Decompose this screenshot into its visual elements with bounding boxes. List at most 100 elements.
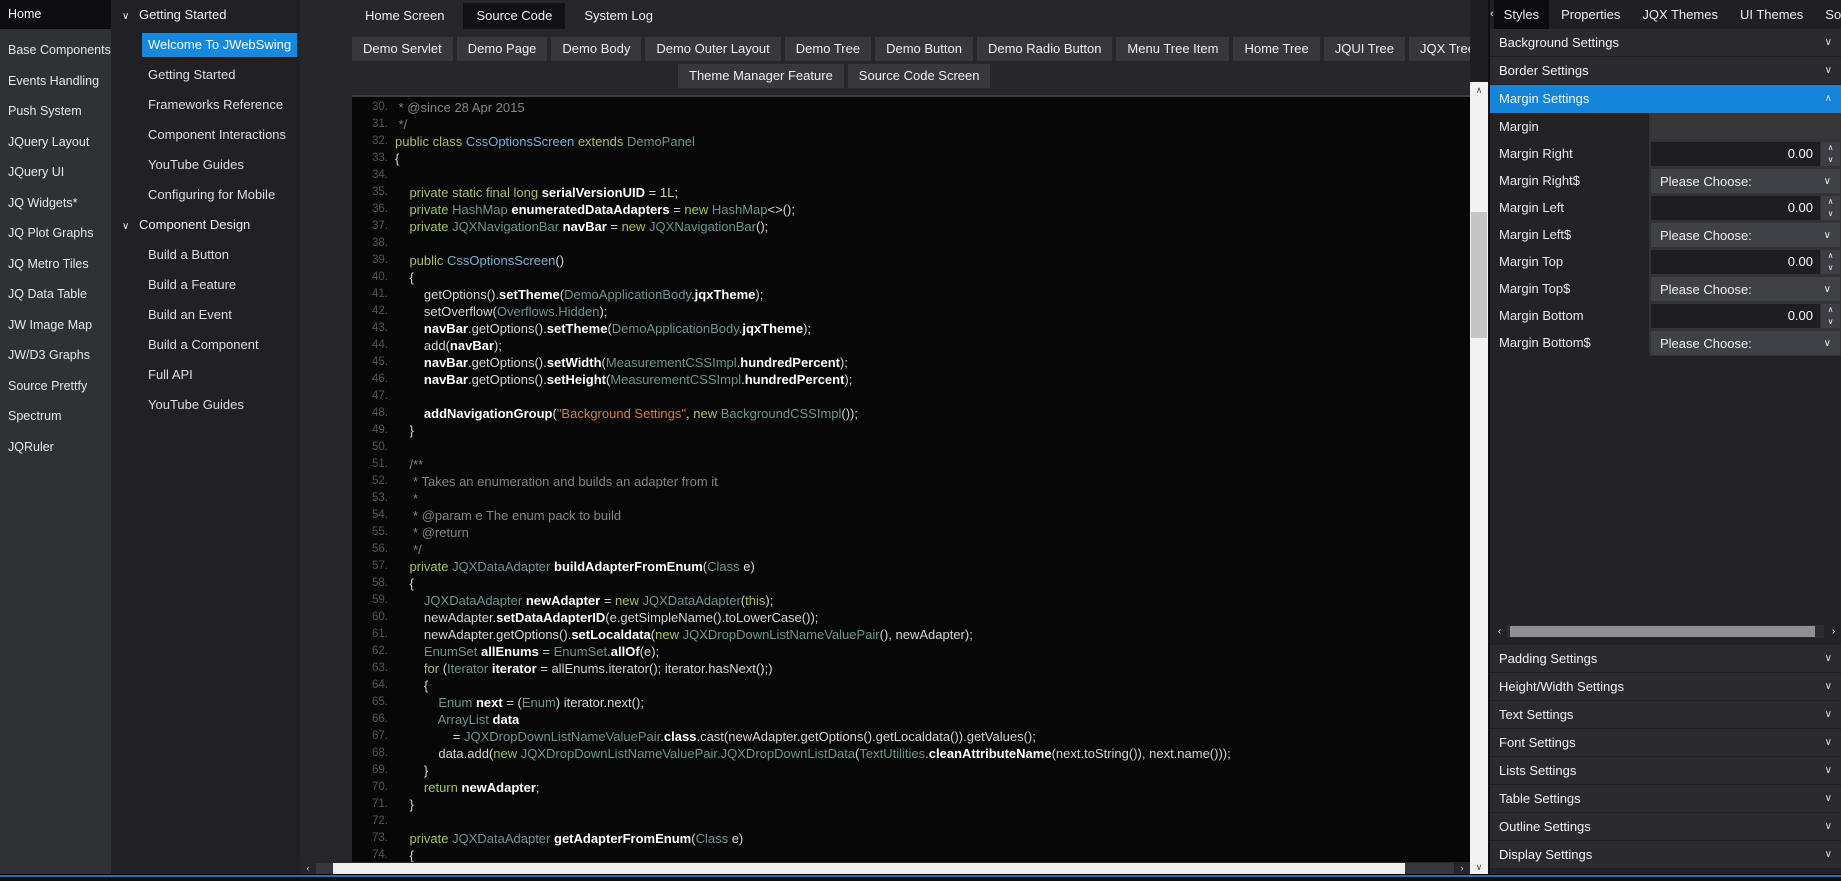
code-line: 43. navBar.getOptions().setTheme(DemoApp… — [352, 320, 1470, 337]
tab-demo-radio-button[interactable]: Demo Radio Button — [976, 37, 1113, 61]
label-margin-top: Margin Top$ — [1490, 275, 1649, 302]
tab-demo-outer-layout[interactable]: Demo Outer Layout — [645, 37, 781, 61]
input-margin-bottom[interactable]: 0.00 — [1651, 304, 1820, 328]
input-margin-top[interactable]: 0.00 — [1651, 250, 1820, 274]
tree-item-build-an-event[interactable]: Build an Event — [111, 300, 300, 330]
scroll-right-icon[interactable]: › — [1826, 626, 1841, 637]
panel-hscrollbar[interactable]: ‹ › — [1492, 623, 1841, 639]
accordion-margin-settings[interactable]: Margin Settings ∧ — [1490, 85, 1841, 113]
sidebar-item-jquery-ui[interactable]: JQuery UI — [0, 157, 111, 188]
sidebar-item-jw-image-map[interactable]: JW Image Map — [0, 310, 111, 341]
tab-source-code[interactable]: Source Code — [463, 3, 566, 29]
tree-item-getting-started[interactable]: Getting Started — [111, 60, 300, 90]
sidebar-item-jq-data-table[interactable]: JQ Data Table — [0, 279, 111, 310]
panel-hscroll-track[interactable] — [1507, 624, 1824, 638]
scroll-right-icon[interactable]: › — [1454, 862, 1470, 875]
accordion-background-settings[interactable]: Background Settings ∨ — [1490, 29, 1841, 57]
tree-item-build-a-component[interactable]: Build a Component — [111, 330, 300, 360]
accordion-border-settings[interactable]: Border Settings ∨ — [1490, 57, 1841, 85]
accordion-text-settings[interactable]: Text Settings ∨ — [1490, 701, 1841, 729]
tree-item-youtube-guides[interactable]: YouTube Guides — [111, 150, 300, 180]
tab-jqui-tree[interactable]: JQUI Tree — [1323, 37, 1406, 61]
tab-home-tree[interactable]: Home Tree — [1233, 37, 1320, 61]
sidebar-item-jqruler[interactable]: JQRuler — [0, 432, 111, 463]
code-editor[interactable]: 30. * @since 28 Apr 2015 31. */32. public … — [352, 95, 1470, 862]
tree-item-build-a-feature[interactable]: Build a Feature — [111, 270, 300, 300]
spinner-down-icon[interactable]: ∨ — [1821, 154, 1840, 166]
vscroll-thumb[interactable] — [1471, 212, 1487, 338]
tree-item-frameworks-reference[interactable]: Frameworks Reference — [111, 90, 300, 120]
spinner-down-icon[interactable]: ∨ — [1821, 208, 1840, 220]
tab-jqx-themes[interactable]: JQX Themes — [1632, 0, 1728, 29]
accordion-table-settings[interactable]: Table Settings ∨ — [1490, 785, 1841, 813]
hscroll-thumb[interactable] — [333, 863, 1405, 874]
input-margin-right[interactable]: 0.00 — [1651, 142, 1820, 166]
sidebar-item-jq-widgets[interactable]: JQ Widgets* — [0, 188, 111, 219]
tab-styles[interactable]: Styles — [1493, 0, 1550, 29]
tree-item-full-api[interactable]: Full API — [111, 360, 300, 390]
tab-demo-page[interactable]: Demo Page — [456, 37, 548, 61]
input-margin[interactable] — [1651, 115, 1840, 139]
tree-group-component-design[interactable]: ∨ Component Design — [111, 210, 300, 240]
scroll-down-icon[interactable]: ∨ — [1470, 859, 1488, 875]
accordion-outline-settings[interactable]: Outline Settings ∨ — [1490, 813, 1841, 841]
accordion-height-width-settings[interactable]: Height/Width Settings ∨ — [1490, 673, 1841, 701]
sidebar-item-jw-d3-graphs[interactable]: JW/D3 Graphs — [0, 340, 111, 371]
select-margin-bottom[interactable]: Please Choose: ∨ — [1651, 331, 1840, 355]
spinner-up-icon[interactable]: ∧ — [1821, 304, 1840, 316]
scroll-up-icon[interactable]: ∧ — [1470, 82, 1488, 98]
tab-demo-body[interactable]: Demo Body — [551, 37, 642, 61]
sidebar-item-spectrum[interactable]: Spectrum — [0, 401, 111, 432]
tree-item-welcome-to-jwebswing[interactable]: Welcome To JWebSwing — [111, 30, 300, 60]
spinner-up-icon[interactable]: ∧ — [1821, 196, 1840, 208]
code-hscrollbar[interactable]: ‹ › — [300, 862, 1470, 875]
tab-home-screen[interactable]: Home Screen — [352, 3, 457, 29]
tree-group-getting-started[interactable]: ∨ Getting Started — [111, 0, 300, 30]
sidebar-item-jq-plot-graphs[interactable]: JQ Plot Graphs — [0, 218, 111, 249]
accordion-lists-settings[interactable]: Lists Settings ∨ — [1490, 757, 1841, 785]
scroll-left-icon[interactable]: ‹ — [1492, 626, 1507, 637]
sidebar-item-push-system[interactable]: Push System — [0, 96, 111, 127]
hscroll-track[interactable] — [316, 863, 1454, 874]
accordion-font-settings[interactable]: Font Settings ∨ — [1490, 729, 1841, 757]
spinner-down-icon[interactable]: ∨ — [1821, 316, 1840, 328]
select-margin-left[interactable]: Please Choose: ∨ — [1651, 223, 1840, 247]
tab-source-code-screen[interactable]: Source Code Screen — [847, 64, 991, 88]
line-number: 48. — [372, 407, 388, 419]
spinner-up-icon[interactable]: ∧ — [1821, 142, 1840, 154]
sidebar-item-jquery-layout[interactable]: JQuery Layout — [0, 127, 111, 158]
tab-theme-manager-feature[interactable]: Theme Manager Feature — [678, 64, 844, 88]
tab-demo-servlet[interactable]: Demo Servlet — [352, 37, 453, 61]
sidebar-item-base-components[interactable]: Base Components — [0, 35, 111, 66]
scroll-left-icon[interactable]: ‹ — [300, 862, 316, 875]
tab-properties[interactable]: Properties — [1551, 0, 1630, 29]
accordion-padding-settings[interactable]: Padding Settings ∨ — [1490, 645, 1841, 673]
accordion-display-settings[interactable]: Display Settings ∨ — [1490, 841, 1841, 869]
panel-hscroll-thumb[interactable] — [1510, 625, 1815, 637]
tab-menu-tree-item[interactable]: Menu Tree Item — [1116, 37, 1230, 61]
module-sidebar: Home Base Components Events Handling Push S… — [0, 0, 111, 875]
sidebar-item-home[interactable]: Home — [0, 0, 111, 29]
tree-item-youtube-guides[interactable]: YouTube Guides — [111, 390, 300, 420]
tree-item-build-a-button[interactable]: Build a Button — [111, 240, 300, 270]
tree-item-label: Getting Started — [148, 67, 236, 82]
tree-item-component-interactions[interactable]: Component Interactions — [111, 120, 300, 150]
select-margin-right[interactable]: Please Choose: ∨ — [1651, 169, 1840, 193]
sidebar-item-source-prettfy[interactable]: Source Prettfy — [0, 371, 111, 402]
sidebar-item-events-handling[interactable]: Events Handling — [0, 66, 111, 97]
input-margin-left[interactable]: 0.00 — [1651, 196, 1820, 220]
code-line: 48. addNavigationGroup("Background Setti… — [352, 405, 1470, 422]
line-number: 35. — [372, 186, 388, 198]
tab-demo-button[interactable]: Demo Button — [875, 37, 973, 61]
tab-demo-tree[interactable]: Demo Tree — [784, 37, 872, 61]
code-vscrollbar[interactable]: ∧ ∨ — [1470, 82, 1488, 875]
tab-source[interactable]: Source — [1815, 0, 1841, 29]
select-margin-top[interactable]: Please Choose: ∨ — [1651, 277, 1840, 301]
sidebar-item-jq-metro-tiles[interactable]: JQ Metro Tiles — [0, 249, 111, 280]
tree-item-configuring-for-mobile[interactable]: Configuring for Mobile — [111, 180, 300, 210]
tab-ui-themes[interactable]: UI Themes — [1730, 0, 1813, 29]
spinner-down-icon[interactable]: ∨ — [1821, 262, 1840, 274]
tab-system-log[interactable]: System Log — [571, 3, 666, 29]
spinner-up-icon[interactable]: ∧ — [1821, 250, 1840, 262]
line-number: 47. — [372, 390, 388, 402]
